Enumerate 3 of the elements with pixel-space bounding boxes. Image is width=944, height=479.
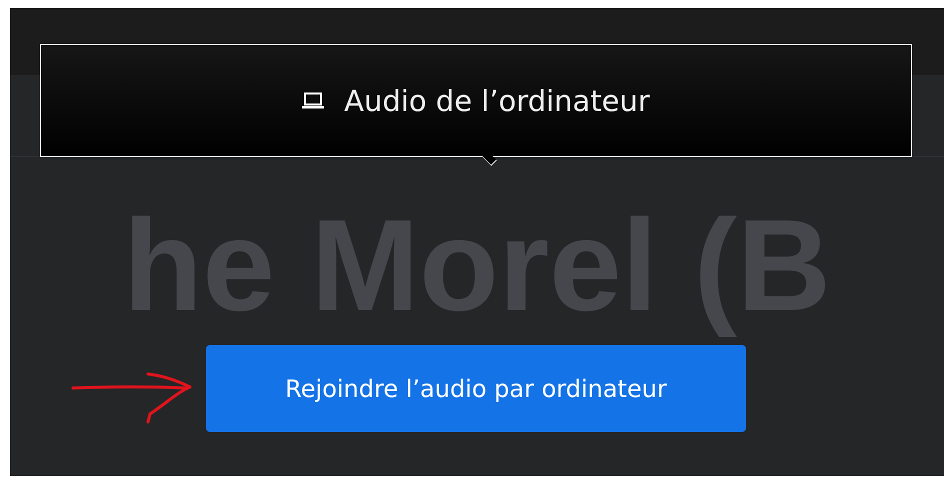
tooltip-text: Audio de l’ordinateur [344, 84, 650, 118]
laptop-icon [302, 92, 324, 110]
join-audio-button[interactable]: Rejoindre l’audio par ordinateur [206, 345, 746, 432]
